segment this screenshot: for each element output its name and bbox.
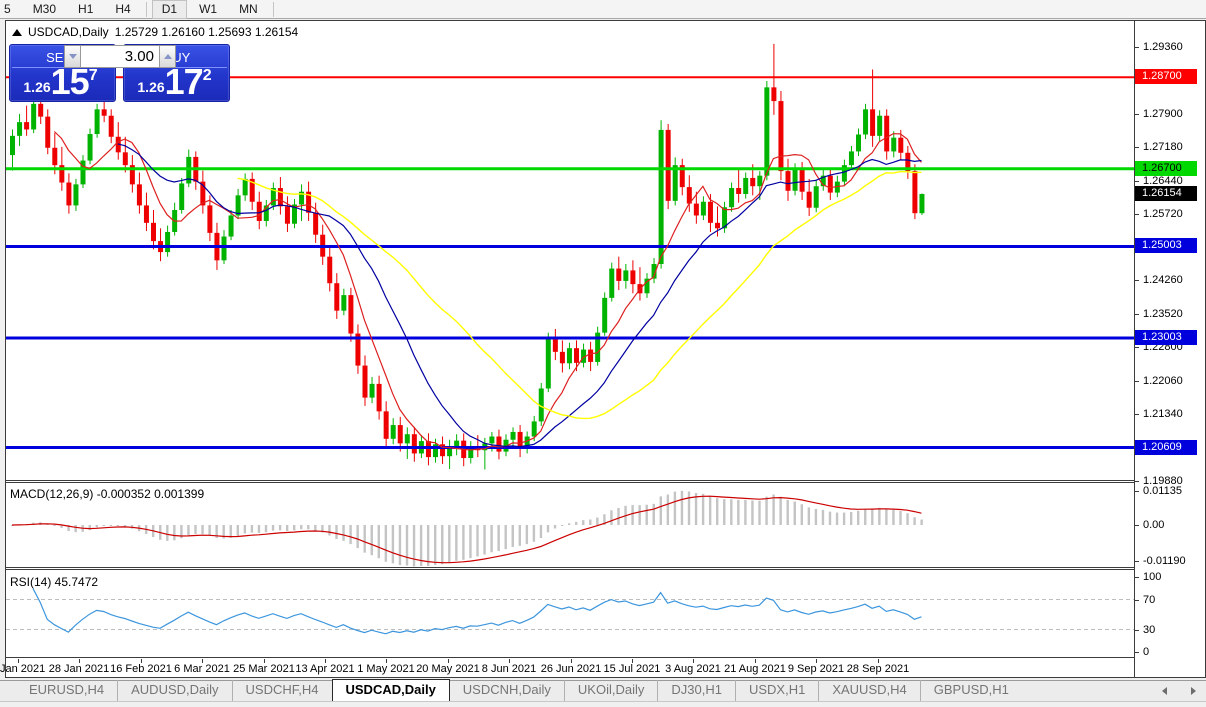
chart-title-ohlc: USDCAD,Daily 1.25729 1.26160 1.25693 1.2… xyxy=(12,25,298,39)
spinner-up-icon xyxy=(163,54,172,59)
level-price-badge: 1.25003 xyxy=(1135,238,1197,253)
price-axis-label: -0.01190 xyxy=(1143,555,1186,567)
sell-price-main: 15 xyxy=(50,61,90,102)
level-price-badge: 1.23003 xyxy=(1135,330,1197,345)
buy-price: 1.26 17 2 xyxy=(124,61,225,102)
buy-price-prefix: 1.26 xyxy=(137,79,165,95)
macd-pane[interactable]: MACD(12,26,9) -0.000352 0.001399 xyxy=(6,486,1134,570)
price-axis-label: 1.22060 xyxy=(1143,375,1183,387)
price-axis-label: 1.27900 xyxy=(1143,108,1183,120)
symbol-period-label: USDCAD,Daily xyxy=(28,25,109,39)
timeframe-m30-button[interactable]: M30 xyxy=(23,0,66,19)
tab-usdcnh-daily[interactable]: USDCNH,Daily xyxy=(450,680,564,701)
price-axis-label: 1.27180 xyxy=(1143,141,1183,153)
toolbar-separator xyxy=(272,1,274,17)
sell-price-prefix: 1.26 xyxy=(23,79,51,95)
tab-scroll-left-icon[interactable] xyxy=(1162,687,1167,695)
timeframe-d1-button[interactable]: D1 xyxy=(151,0,188,19)
price-axis[interactable]: 1.29360 1.27900 1.27180 1.26440 1.25720 1.242… xyxy=(1134,21,1205,677)
timeframe-h4-button[interactable]: H4 xyxy=(105,0,140,19)
level-price-badge: 1.26700 xyxy=(1135,161,1197,176)
tab-audusd-daily[interactable]: AUDUSD,Daily xyxy=(117,680,231,701)
volume-increase-button[interactable] xyxy=(159,45,176,68)
ohlc-values: 1.25729 1.26160 1.25693 1.26154 xyxy=(114,25,299,39)
level-price-badge: 1.28700 xyxy=(1135,69,1197,84)
tab-usdchf-h4[interactable]: USDCHF,H4 xyxy=(231,680,332,701)
chart-window: USDCAD,Daily 1.25729 1.26160 1.25693 1.2… xyxy=(0,20,1206,678)
price-axis-label: 30 xyxy=(1143,624,1156,636)
mt4-terminal: { "toolbar": { "timeframes": ["5", "M30"… xyxy=(0,0,1206,707)
tab-eurusd-h4[interactable]: EURUSD,H4 xyxy=(16,680,117,701)
macd-label: MACD(12,26,9) -0.000352 0.001399 xyxy=(10,487,205,501)
timeframe-w1-button[interactable]: W1 xyxy=(189,0,227,19)
rsi-pane[interactable]: RSI(14) 45.7472 xyxy=(6,573,1134,658)
tab-gbpusd-h1[interactable]: GBPUSD,H1 xyxy=(919,680,1022,701)
timeframe-toolbar: 5 M30 H1 H4 D1 W1 MN xyxy=(0,0,1206,19)
price-axis-label: 0.00 xyxy=(1143,519,1165,531)
sell-price-pip: 7 xyxy=(88,67,98,84)
timeframe-h1-button[interactable]: H1 xyxy=(68,0,103,19)
one-click-trading-panel: SELL 1.26 15 7 BUY 1.26 17 2 3.00 xyxy=(9,44,230,102)
tab-scroll-arrows xyxy=(1162,687,1196,695)
price-axis-label: 1.29360 xyxy=(1143,41,1183,53)
price-axis-label: 1.23520 xyxy=(1143,308,1183,320)
timeframe-m5-button[interactable]: 5 xyxy=(1,0,21,19)
tab-xauusd-h4[interactable]: XAUUSD,H4 xyxy=(818,680,919,701)
current-price-badge: 1.26154 xyxy=(1135,186,1197,201)
level-price-badge: 1.20609 xyxy=(1135,440,1197,455)
price-axis-label: 100 xyxy=(1143,571,1162,583)
price-axis-label: 1.21340 xyxy=(1143,408,1183,420)
price-axis-label: 0.01135 xyxy=(1143,485,1182,497)
tab-usdcad-daily[interactable]: USDCAD,Daily xyxy=(331,679,450,701)
buy-price-main: 17 xyxy=(164,61,204,102)
price-axis-label: 1.24260 xyxy=(1143,274,1183,286)
status-strip xyxy=(0,703,1206,707)
price-axis-label: 70 xyxy=(1143,594,1156,606)
tab-dj30-h1[interactable]: DJ30,H1 xyxy=(657,680,735,701)
price-axis-label: 0 xyxy=(1143,646,1150,658)
date-axis-label: 28 Sep 2021 xyxy=(846,663,910,675)
rsi-chart xyxy=(6,588,1134,635)
tab-scroll-right-icon[interactable] xyxy=(1191,687,1196,695)
sell-price: 1.26 15 7 xyxy=(10,61,111,102)
chart-tab-bar: EURUSD,H4 AUDUSD,Daily USDCHF,H4 USDCAD,Dai… xyxy=(0,679,1206,702)
timeframe-mn-button[interactable]: MN xyxy=(229,0,268,19)
rsi-label: RSI(14) 45.7472 xyxy=(10,575,99,589)
volume-control: 3.00 xyxy=(64,45,176,68)
tab-ukoil-daily[interactable]: UKOil,Daily xyxy=(563,680,657,701)
collapse-triangle-icon[interactable] xyxy=(12,28,22,36)
date-axis[interactable]: 9 Jan 202128 Jan 202116 Feb 20216 Mar 20… xyxy=(0,659,1134,677)
toolbar-separator xyxy=(145,1,147,17)
spinner-down-icon xyxy=(68,54,77,59)
price-axis-label: 1.25720 xyxy=(1143,208,1183,220)
volume-input[interactable]: 3.00 xyxy=(81,45,159,68)
buy-price-pip: 2 xyxy=(202,67,212,84)
tab-usdx-h1[interactable]: USDX,H1 xyxy=(734,680,818,701)
volume-decrease-button[interactable] xyxy=(64,45,81,68)
